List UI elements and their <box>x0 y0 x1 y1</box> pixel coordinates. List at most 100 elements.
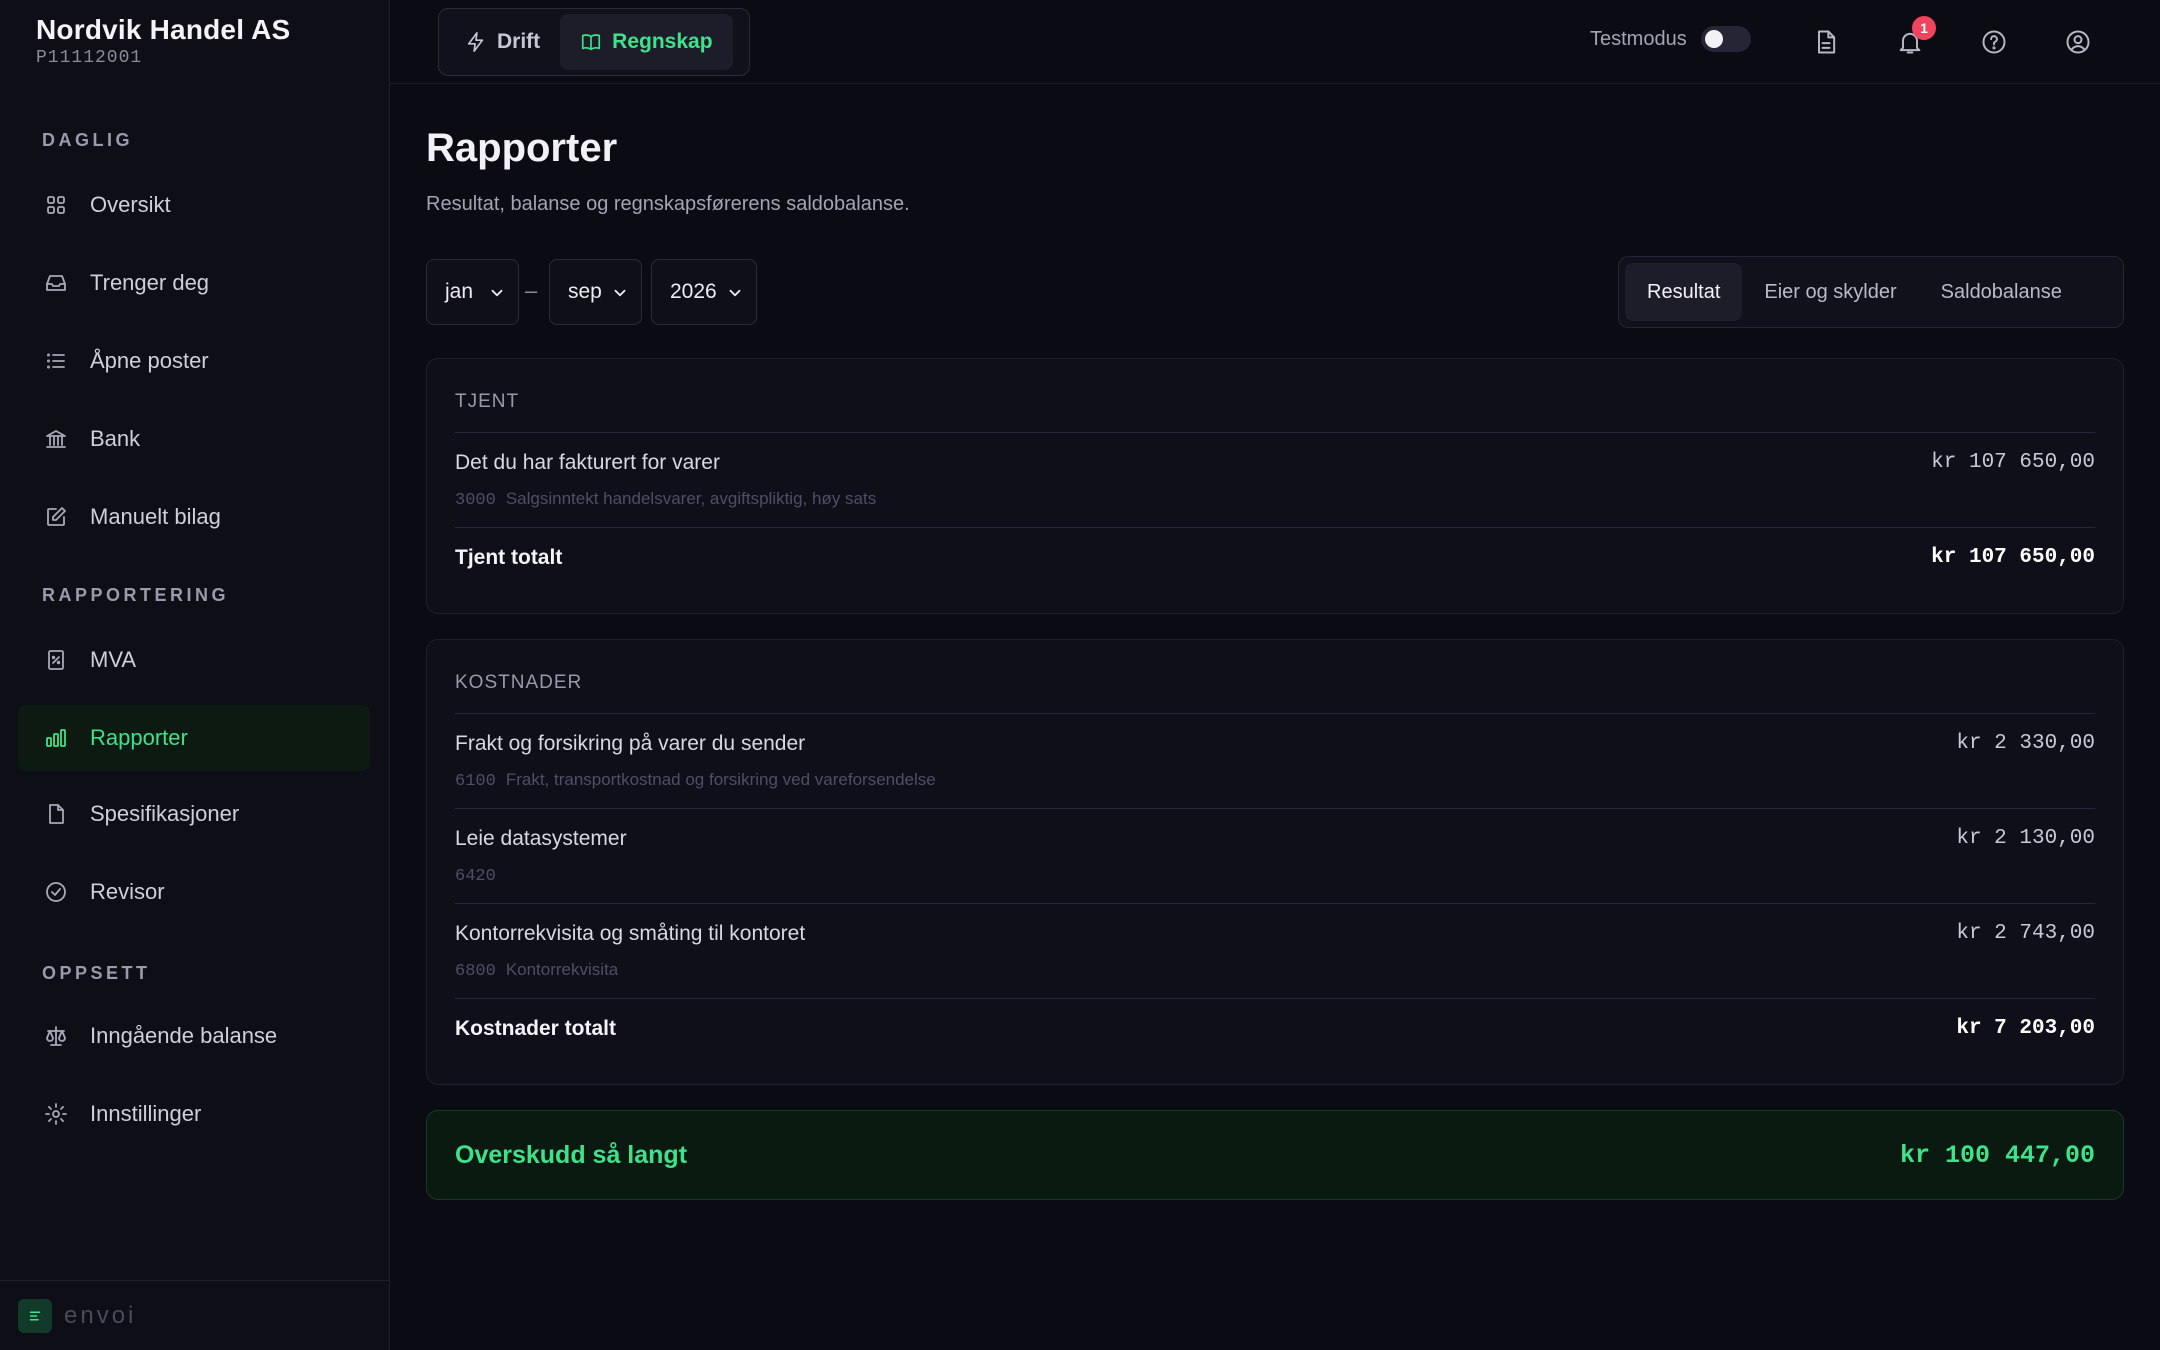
sidebar-item-oversikt[interactable]: Oversikt <box>18 172 370 238</box>
lightning-icon <box>467 32 484 52</box>
sidebar-item-mva[interactable]: MVA <box>18 627 370 693</box>
edit-icon <box>42 503 70 531</box>
sidebar-item-apne-poster[interactable]: Åpne poster <box>18 328 370 394</box>
divider <box>455 998 2095 999</box>
sidebar-item-manuelt-bilag[interactable]: Manuelt bilag <box>18 484 370 550</box>
tab-eier-og-skylder[interactable]: Eier og skylder <box>1742 263 1918 321</box>
sidebar-item-label: Spesifikasjoner <box>90 801 240 826</box>
divider <box>455 713 2095 714</box>
chevron-down-icon <box>611 284 629 302</box>
sidebar-item-label: MVA <box>90 647 137 672</box>
tab-saldobalanse[interactable]: Saldobalanse <box>1919 263 2084 321</box>
envoi-logo-icon <box>18 1298 52 1333</box>
account-number: 3000 <box>455 491 496 510</box>
select-value: jan <box>445 280 474 303</box>
sidebar-item-spesifikasjoner[interactable]: Spesifikasjoner <box>18 781 370 847</box>
select-value: sep <box>568 280 602 303</box>
profit-label: Overskudd så langt <box>455 1141 688 1169</box>
book-icon <box>582 34 601 51</box>
range-separator: – <box>525 278 538 303</box>
check-circle-icon <box>42 878 70 906</box>
divider <box>455 903 2095 904</box>
scale-icon <box>42 1022 70 1050</box>
mode-label: Regnskap <box>612 30 713 53</box>
sidebar-item-label: Oversikt <box>90 192 171 217</box>
row-title: Frakt og forsikring på varer du sender <box>455 732 806 755</box>
grid-icon <box>42 191 70 219</box>
sidebar-item-bank[interactable]: Bank <box>18 406 370 472</box>
sidebar: Nordvik Handel AS P11112001 DAGLIG Overs… <box>0 0 390 1350</box>
divider <box>455 432 2095 433</box>
section-label-oppsett: OPPSETT <box>42 963 151 983</box>
row-amount: kr 2 743,00 <box>1956 922 2095 945</box>
sidebar-item-revisor[interactable]: Revisor <box>18 859 370 925</box>
sidebar-item-label: Åpne poster <box>90 348 209 373</box>
sidebar-item-label: Innstillinger <box>90 1101 202 1126</box>
sidebar-item-trenger-deg[interactable]: Trenger deg <box>18 250 370 316</box>
list-icon <box>42 347 70 375</box>
sidebar-item-label: Trenger deg <box>90 270 210 295</box>
user-icon[interactable] <box>2058 22 2098 62</box>
row-account: 6800 Kontorrekvisita <box>455 960 618 981</box>
year-select[interactable]: 2026 <box>651 259 757 325</box>
row-title: Leie datasystemer <box>455 827 627 850</box>
row-title: Det du har fakturert for varer <box>455 451 720 474</box>
costs-card: KOSTNADER Frakt og forsikring på varer d… <box>426 639 2124 1085</box>
mode-switch: Drift Regnskap <box>438 8 750 76</box>
account-number: 6800 <box>455 962 496 981</box>
company-brand[interactable]: Nordvik Handel AS P11112001 <box>36 14 290 68</box>
sidebar-item-label: Inngående balanse <box>90 1023 278 1048</box>
profit-amount: kr 100 447,00 <box>1899 1141 2095 1170</box>
row-account: 6100 Frakt, transportkostnad og forsikrin… <box>455 770 936 791</box>
company-name: Nordvik Handel AS <box>36 14 291 45</box>
section-label-daglig: DAGLIG <box>42 130 133 150</box>
total-amount: kr 7 203,00 <box>1956 1017 2095 1040</box>
sidebar-item-inngaende-balanse[interactable]: Inngående balanse <box>18 1003 370 1069</box>
sidebar-item-label: Bank <box>90 426 141 451</box>
row-amount: kr 2 330,00 <box>1956 732 2095 755</box>
sidebar-item-rapporter[interactable]: Rapporter <box>18 705 370 771</box>
report-tabs: Resultat Eier og skylder Saldobalanse <box>1618 256 2124 328</box>
from-month-select[interactable]: jan <box>426 259 519 325</box>
mode-label: Drift <box>497 30 541 53</box>
account-name: Salgsinntekt handelsvarer, avgiftsplikti… <box>505 489 877 508</box>
total-label: Kostnader totalt <box>455 1017 617 1040</box>
file-icon <box>42 800 70 828</box>
chevron-down-icon <box>488 284 506 302</box>
topbar: Drift Regnskap Testmodus 1 <box>390 0 2160 84</box>
profit-summary: Overskudd så langt kr 100 447,00 <box>426 1110 2124 1200</box>
sidebar-footer: envoi <box>0 1280 390 1350</box>
tab-resultat[interactable]: Resultat <box>1625 263 1743 321</box>
total-amount: kr 107 650,00 <box>1931 546 2095 569</box>
help-icon[interactable] <box>1974 22 2014 62</box>
account-name: Frakt, transportkostnad og forsikring ve… <box>505 770 936 789</box>
sidebar-item-innstillinger[interactable]: Innstillinger <box>18 1081 370 1147</box>
mode-regnskap-button[interactable]: Regnskap <box>560 14 733 70</box>
account-number: 6100 <box>455 772 496 791</box>
card-heading: TJENT <box>455 391 520 412</box>
toggle-knob <box>1704 30 1723 48</box>
document-icon[interactable] <box>1806 22 1846 62</box>
receipt-percent-icon <box>42 646 70 674</box>
testmode-label: Testmodus <box>1590 27 1687 50</box>
inbox-icon <box>42 269 70 297</box>
income-card: TJENT Det du har fakturert for varer kr … <box>426 358 2124 614</box>
sidebar-item-label: Rapporter <box>90 725 188 750</box>
page-subtitle: Resultat, balanse og regnskapsførerens s… <box>426 193 910 215</box>
testmode-control: Testmodus <box>1590 26 1751 52</box>
row-amount: kr 2 130,00 <box>1956 827 2095 850</box>
bell-icon[interactable]: 1 <box>1890 16 1936 62</box>
account-number: 6420 <box>455 867 496 886</box>
row-account: 6420 <box>455 865 506 886</box>
divider <box>455 527 2095 528</box>
chevron-down-icon <box>726 284 744 302</box>
testmode-toggle[interactable] <box>1700 26 1751 52</box>
to-month-select[interactable]: sep <box>549 259 642 325</box>
total-label: Tjent totalt <box>455 546 563 569</box>
divider <box>455 808 2095 809</box>
bar-chart-icon <box>42 724 70 752</box>
gear-icon <box>42 1100 70 1128</box>
mode-drift-button[interactable]: Drift <box>445 14 560 70</box>
bank-icon <box>42 425 70 453</box>
company-id: P11112001 <box>36 48 143 68</box>
